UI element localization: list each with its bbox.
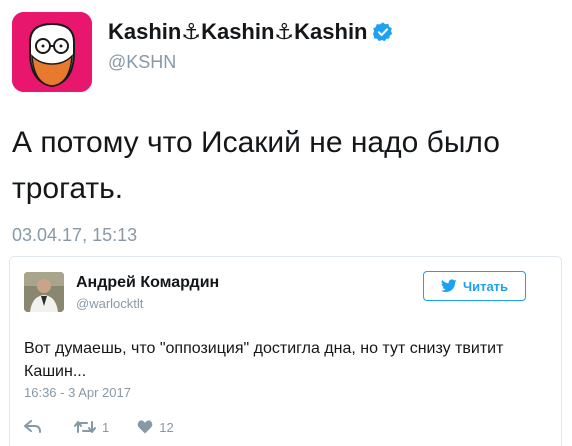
embedded-tweet-date[interactable]: 16:36 - 3 Apr 2017 — [24, 385, 131, 401]
reply-icon — [24, 420, 41, 433]
embedded-tweet-text: Вот думаешь, что "оппозиция" достигла дн… — [24, 340, 504, 380]
heart-icon — [137, 420, 153, 434]
embedded-display-name[interactable]: Андрей Комардин — [76, 273, 219, 293]
retweet-icon — [74, 421, 96, 433]
outer-avatar[interactable] — [12, 12, 92, 92]
reply-button[interactable] — [24, 420, 42, 434]
outer-tweet-date[interactable]: 03.04.17, 15:13 — [12, 224, 137, 246]
outer-display-name-text: Kashin⚓Kashin⚓Kashin — [108, 19, 368, 44]
embedded-avatar[interactable] — [24, 272, 64, 312]
follow-button-label: Читать — [462, 278, 509, 294]
bearded-man-avatar-icon — [12, 12, 92, 92]
person-photo-icon — [24, 272, 64, 312]
verified-badge-icon — [372, 22, 392, 42]
embedded-tweet-card[interactable]: Андрей Комардин @warlocktlt Читать Вот д… — [9, 256, 562, 446]
outer-handle[interactable]: @KSHN — [108, 51, 176, 73]
retweet-count: 1 — [102, 419, 110, 435]
outer-display-name[interactable]: Kashin⚓Kashin⚓Kashin — [108, 18, 394, 46]
like-button[interactable]: 12 — [137, 419, 174, 435]
follow-button[interactable]: Читать — [423, 271, 526, 301]
tweet-actions: 1 12 — [24, 417, 174, 437]
twitter-bird-icon — [440, 279, 457, 292]
like-count: 12 — [159, 419, 174, 435]
embedded-handle[interactable]: @warlocktlt — [76, 296, 143, 312]
retweet-button[interactable]: 1 — [74, 420, 109, 435]
outer-tweet-text: А потому что Исакий не надо было трогать… — [12, 126, 500, 205]
